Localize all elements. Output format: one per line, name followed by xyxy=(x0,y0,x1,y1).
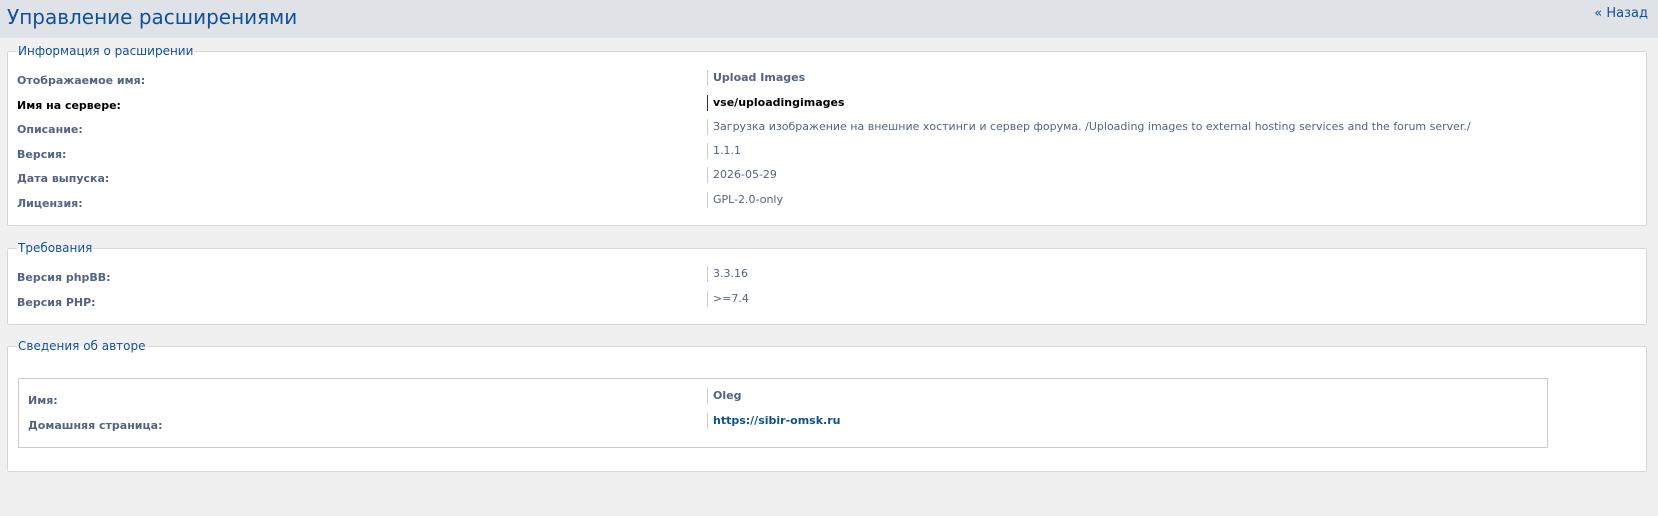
author-name-value: Oleg xyxy=(707,388,741,404)
version-value: 1.1.1 xyxy=(707,143,741,159)
row-license: Лицензия: GPL-2.0-only xyxy=(8,191,1646,211)
homepage-label: Домашняя страница: xyxy=(28,419,163,432)
row-version: Версия: 1.1.1 xyxy=(8,142,1646,162)
page-title: Управление расширениями xyxy=(7,5,298,29)
row-release-date: Дата выпуска: 2026-05-29 xyxy=(8,166,1646,186)
php-version-value: >=7.4 xyxy=(707,291,749,307)
extension-info-legend: Информация о расширении xyxy=(17,43,195,59)
requirements-legend: Требования xyxy=(17,240,94,256)
release-date-label: Дата выпуска: xyxy=(17,172,110,185)
version-label: Версия: xyxy=(17,148,67,161)
row-description: Описание: Загрузка изображение на внешни… xyxy=(8,117,1646,137)
row-server-name: Имя на сервере: vse/uploadingimages xyxy=(8,93,1646,113)
extension-info-panel: Информация о расширении Отображаемое имя… xyxy=(7,43,1647,226)
author-panel: Сведения об авторе Имя: Oleg Домашняя ст… xyxy=(7,338,1647,472)
back-link[interactable]: « Назад xyxy=(1594,6,1648,21)
phpbb-version-value: 3.3.16 xyxy=(707,266,748,282)
license-label: Лицензия: xyxy=(17,197,83,210)
homepage-link[interactable]: https://sibir-omsk.ru xyxy=(713,414,840,427)
author-entry: Имя: Oleg Домашняя страница: https://sib… xyxy=(18,378,1548,448)
homepage-value-cell: https://sibir-omsk.ru xyxy=(707,413,840,429)
row-phpbb-version: Версия phpBB: 3.3.16 xyxy=(8,265,1646,285)
row-author-name: Имя: Oleg xyxy=(19,388,1547,408)
release-date-value: 2026-05-29 xyxy=(707,167,777,183)
author-legend: Сведения об авторе xyxy=(17,338,147,354)
row-display-name: Отображаемое имя: Upload Images xyxy=(8,68,1646,88)
display-name-label: Отображаемое имя: xyxy=(17,74,146,87)
phpbb-version-label: Версия phpBB: xyxy=(17,271,111,284)
row-author-homepage: Домашняя страница: https://sibir-omsk.ru xyxy=(19,413,1547,433)
description-label: Описание: xyxy=(17,123,83,136)
server-name-value: vse/uploadingimages xyxy=(707,95,845,111)
server-name-label: Имя на сервере: xyxy=(17,99,121,112)
description-value: Загрузка изображение на внешние хостинги… xyxy=(707,119,1471,135)
row-php-version: Версия PHP: >=7.4 xyxy=(8,290,1646,310)
requirements-panel: Требования Версия phpBB: 3.3.16 Версия P… xyxy=(7,240,1647,325)
license-value: GPL-2.0-only xyxy=(707,192,783,208)
php-version-label: Версия PHP: xyxy=(17,296,96,309)
extension-details-page: Управление расширениями « Назад Информац… xyxy=(0,0,1658,516)
display-name-value: Upload Images xyxy=(707,70,805,86)
author-name-label: Имя: xyxy=(28,394,58,407)
